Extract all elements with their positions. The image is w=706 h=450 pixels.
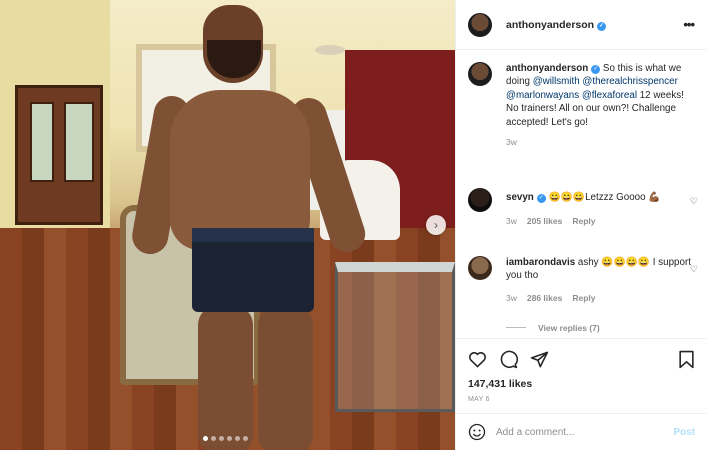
carousel-dot[interactable] xyxy=(219,436,224,441)
caption-meta: 3w xyxy=(506,137,698,147)
photo-lamp xyxy=(315,45,345,55)
like-comment-heart-icon[interactable]: ♡ xyxy=(690,264,698,275)
commenter-avatar[interactable] xyxy=(468,188,492,212)
comment-bubble-icon[interactable] xyxy=(499,350,518,369)
post-header: anthonyanderson ✓ ••• xyxy=(456,0,706,50)
more-options-icon[interactable]: ••• xyxy=(683,17,695,32)
share-send-icon[interactable] xyxy=(530,350,549,369)
emoji-icon[interactable] xyxy=(468,423,486,441)
comment-likes[interactable]: 205 likes xyxy=(527,216,562,226)
person-torso xyxy=(170,90,310,250)
add-comment-bar: Post xyxy=(456,413,706,450)
person-waistband xyxy=(192,228,314,242)
mention-link[interactable]: @therealchrisspencer xyxy=(582,76,677,87)
carousel-dot[interactable] xyxy=(235,436,240,441)
author-avatar[interactable] xyxy=(468,12,492,37)
view-replies-line xyxy=(506,327,526,329)
comment-username[interactable]: iambarondavis xyxy=(506,257,575,268)
action-icons xyxy=(468,349,695,369)
author-username[interactable]: anthonyanderson ✓ xyxy=(506,19,607,31)
mention-link[interactable]: @marlonwayans xyxy=(506,90,579,101)
comment-text: iambarondavis ashy 😀😀😀😀 I support you th… xyxy=(506,256,698,283)
photo-glass-table xyxy=(335,262,455,412)
carousel-dots xyxy=(203,436,248,441)
like-comment-heart-icon[interactable]: ♡ xyxy=(690,196,698,207)
comment-reply-button[interactable]: Reply xyxy=(572,293,595,303)
post-photo[interactable]: › xyxy=(0,0,455,450)
post-date[interactable]: MAY 6 xyxy=(468,396,695,403)
carousel-dot[interactable] xyxy=(227,436,232,441)
person-left-leg xyxy=(198,305,253,450)
comment-time[interactable]: 3w xyxy=(506,216,517,226)
caption-username[interactable]: anthonyanderson xyxy=(506,63,588,74)
mention-link[interactable]: @willsmith xyxy=(533,76,580,87)
likes-count[interactable]: 147,431 likes xyxy=(468,378,695,390)
instagram-post: › anthonyanderson ✓ ••• anthonyanderson ✓ … xyxy=(0,0,706,450)
door-glass-left xyxy=(30,102,54,182)
post-comment-button[interactable]: Post xyxy=(673,427,695,438)
comment-row: iambarondavis ashy 😀😀😀😀 I support you th… xyxy=(468,256,698,333)
save-bookmark-icon[interactable] xyxy=(678,350,695,369)
commenter-avatar[interactable] xyxy=(468,256,492,280)
comment-input[interactable] xyxy=(496,426,674,438)
carousel-dot[interactable] xyxy=(211,436,216,441)
carousel-next-button[interactable]: › xyxy=(426,215,446,235)
comment-row: sevyn ✓ 😀😀😀Letzzz Goooo 💪🏾 ♡ 3w 205 likes… xyxy=(468,188,698,226)
comment-meta: 3w 286 likes Reply xyxy=(506,293,698,303)
caption-avatar[interactable] xyxy=(468,62,492,86)
author-username-text[interactable]: anthonyanderson xyxy=(506,19,594,31)
verified-badge-icon: ✓ xyxy=(536,194,546,203)
comments-section: anthonyanderson ✓ So this is what we doin… xyxy=(456,62,706,342)
comment-username[interactable]: sevyn xyxy=(506,192,534,203)
caption-time[interactable]: 3w xyxy=(506,137,517,147)
carousel-dot[interactable] xyxy=(203,436,208,441)
comment-reply-button[interactable]: Reply xyxy=(572,216,595,226)
like-heart-icon[interactable] xyxy=(468,350,487,368)
comment-text: sevyn ✓ 😀😀😀Letzzz Goooo 💪🏾 xyxy=(506,188,698,204)
carousel-dot[interactable] xyxy=(243,436,248,441)
caption-row: anthonyanderson ✓ So this is what we doin… xyxy=(468,62,698,147)
comment-meta: 3w 205 likes Reply xyxy=(506,216,698,226)
view-replies-label[interactable]: View replies (7) xyxy=(538,323,600,333)
view-replies-button[interactable]: View replies (7) xyxy=(506,323,698,333)
photo-door xyxy=(15,85,103,225)
caption-text: anthonyanderson ✓ So this is what we doin… xyxy=(506,62,698,129)
post-actions: 147,431 likes MAY 6 xyxy=(456,338,706,403)
door-glass-right xyxy=(64,102,94,182)
verified-badge-icon: ✓ xyxy=(597,21,607,31)
verified-badge-icon: ✓ xyxy=(591,65,601,74)
comment-body: 😀😀😀Letzzz Goooo 💪🏾 xyxy=(545,192,661,203)
person-right-leg xyxy=(258,305,313,450)
mention-link[interactable]: @flexaforeal xyxy=(582,90,637,101)
post-sidebar: anthonyanderson ✓ ••• anthonyanderson ✓ So… xyxy=(455,0,706,450)
comment-likes[interactable]: 286 likes xyxy=(527,293,562,303)
comment-time[interactable]: 3w xyxy=(506,293,517,303)
